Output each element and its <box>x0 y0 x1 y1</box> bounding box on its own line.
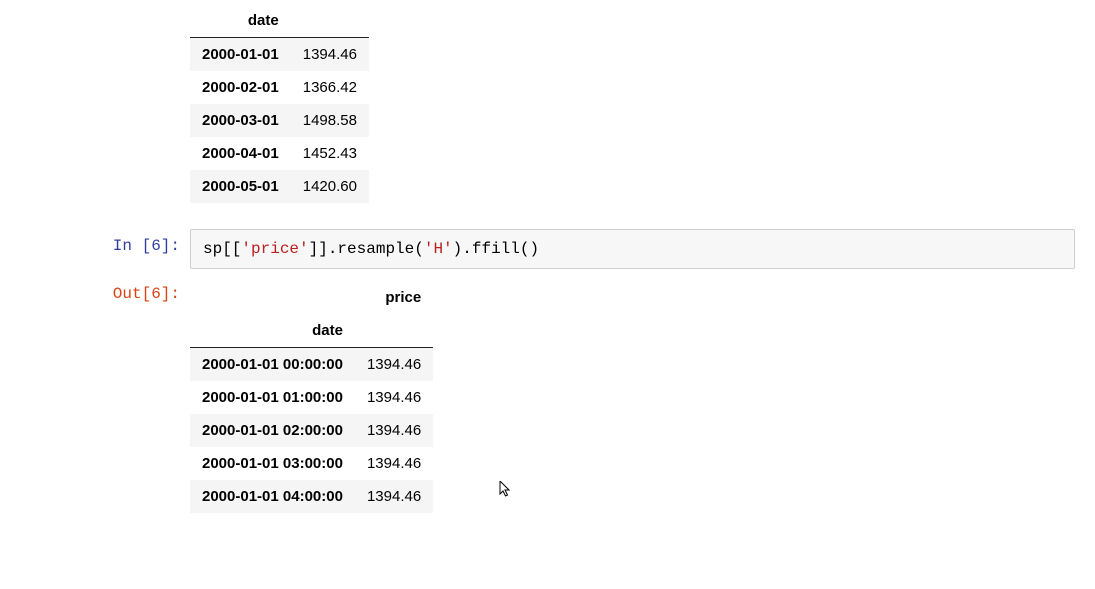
output-cell-6: Out[6]: price date 2000-01-01 00:00:0013… <box>20 277 1075 513</box>
table-row: 2000-01-01 01:00:001394.46 <box>190 381 433 414</box>
table-row: 2000-01-01 03:00:001394.46 <box>190 447 433 480</box>
row-value: 1394.46 <box>355 381 433 414</box>
t1-body: 2000-01-011394.462000-02-011366.422000-0… <box>190 38 369 204</box>
row-value: 1394.46 <box>291 38 369 72</box>
dataframe-table-2: price date 2000-01-01 00:00:001394.46200… <box>190 281 433 513</box>
output-prompt-6: Out[6]: <box>20 277 190 513</box>
output-content-6: price date 2000-01-01 00:00:001394.46200… <box>190 277 1075 513</box>
table-row: 2000-04-011452.43 <box>190 137 369 170</box>
row-value: 1394.46 <box>355 414 433 447</box>
table-row: 2000-05-011420.60 <box>190 170 369 203</box>
col-header-price: price <box>355 281 433 314</box>
row-value: 1366.42 <box>291 71 369 104</box>
output-cell-prev: date 2000-01-011394.462000-02-011366.422… <box>20 0 1075 203</box>
row-index: 2000-01-01 04:00:00 <box>190 480 355 513</box>
col-header-empty <box>291 4 369 38</box>
row-index: 2000-04-01 <box>190 137 291 170</box>
code-input-6[interactable]: sp[['price']].resample('H').ffill() <box>190 229 1075 269</box>
input-content-6: sp[['price']].resample('H').ffill() <box>190 229 1075 269</box>
table-row: 2000-02-011366.42 <box>190 71 369 104</box>
notebook: date 2000-01-011394.462000-02-011366.422… <box>0 0 1095 513</box>
code-string: 'H' <box>424 240 453 258</box>
row-value: 1394.46 <box>355 348 433 382</box>
row-index: 2000-02-01 <box>190 71 291 104</box>
table-row: 2000-01-011394.46 <box>190 38 369 72</box>
row-index: 2000-03-01 <box>190 104 291 137</box>
input-cell-6: In [6]: sp[['price']].resample('H').ffil… <box>20 229 1075 269</box>
row-index: 2000-01-01 <box>190 38 291 72</box>
row-value: 1452.43 <box>291 137 369 170</box>
col-header-blank <box>355 314 433 348</box>
row-index: 2000-05-01 <box>190 170 291 203</box>
row-index: 2000-01-01 00:00:00 <box>190 348 355 382</box>
prompt-empty <box>20 0 190 203</box>
code-string: 'price' <box>241 240 308 258</box>
row-index: 2000-01-01 03:00:00 <box>190 447 355 480</box>
input-prompt-6: In [6]: <box>20 229 190 269</box>
row-value: 1394.46 <box>355 447 433 480</box>
code-part: ]].resample( <box>309 240 424 258</box>
row-value: 1498.58 <box>291 104 369 137</box>
index-name-header: date <box>190 4 291 38</box>
output-content-prev: date 2000-01-011394.462000-02-011366.422… <box>190 0 1075 203</box>
table-row: 2000-01-01 00:00:001394.46 <box>190 348 433 382</box>
row-index: 2000-01-01 02:00:00 <box>190 414 355 447</box>
index-header-blank <box>190 281 355 314</box>
table-row: 2000-01-01 04:00:001394.46 <box>190 480 433 513</box>
code-part: ).ffill() <box>453 240 539 258</box>
index-name-header: date <box>190 314 355 348</box>
table-row: 2000-01-01 02:00:001394.46 <box>190 414 433 447</box>
dataframe-table-1: date 2000-01-011394.462000-02-011366.422… <box>190 4 369 203</box>
t2-body: 2000-01-01 00:00:001394.462000-01-01 01:… <box>190 348 433 514</box>
code-part: sp[[ <box>203 240 241 258</box>
row-value: 1420.60 <box>291 170 369 203</box>
row-value: 1394.46 <box>355 480 433 513</box>
table-row: 2000-03-011498.58 <box>190 104 369 137</box>
row-index: 2000-01-01 01:00:00 <box>190 381 355 414</box>
